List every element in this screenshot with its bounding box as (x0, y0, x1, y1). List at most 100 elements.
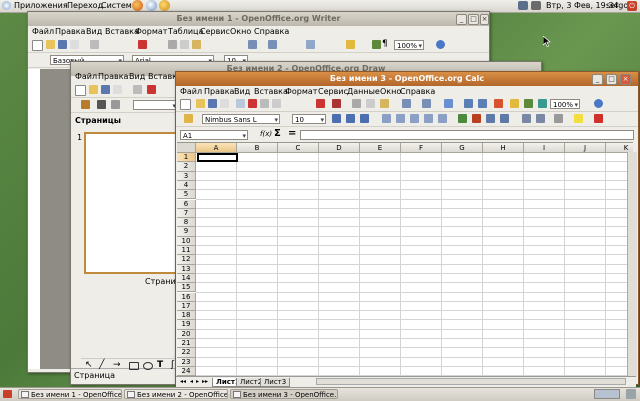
zoom-combo[interactable]: 100% (550, 99, 580, 109)
column-header[interactable]: J (565, 143, 606, 153)
row-header[interactable]: 5 (177, 190, 196, 200)
column-header[interactable]: G (442, 143, 483, 153)
new-icon[interactable] (180, 99, 191, 110)
currency-icon[interactable] (458, 114, 467, 123)
select-all-corner[interactable] (177, 143, 196, 153)
close-button[interactable]: × (620, 74, 631, 85)
function-icon[interactable]: = (288, 128, 296, 139)
undo-icon[interactable] (402, 99, 411, 108)
size-combo[interactable]: 10 (292, 114, 326, 124)
menu-help[interactable]: Справка (400, 87, 435, 96)
column-header[interactable]: D (319, 143, 360, 153)
menu-places[interactable]: Переход (67, 1, 103, 10)
formula-input[interactable] (300, 130, 634, 140)
taskbar-writer[interactable]: Без имени 1 - OpenOffice... (18, 389, 122, 399)
align-right-icon[interactable] (410, 114, 419, 123)
export-pdf-icon[interactable] (248, 99, 257, 108)
spellcheck-icon[interactable] (316, 99, 325, 108)
font-combo[interactable]: Nimbus Sans L (202, 114, 280, 124)
minimize-button[interactable]: _ (592, 74, 603, 85)
help-icon[interactable] (594, 99, 603, 108)
hyperlink-icon[interactable] (444, 99, 453, 108)
menu-edit[interactable]: Правка (204, 87, 234, 96)
paste-icon[interactable] (192, 40, 201, 49)
copy-icon[interactable] (366, 99, 375, 108)
borders-icon[interactable] (554, 114, 563, 123)
writer-titlebar[interactable]: Без имени 1 - OpenOffice.org Writer (28, 12, 489, 26)
workspace-switcher[interactable] (594, 389, 620, 399)
underline-icon[interactable] (360, 114, 369, 123)
row-header[interactable]: 7 (177, 208, 196, 219)
row-header[interactable]: 2 (177, 162, 196, 172)
menu-file[interactable]: Файл (180, 87, 202, 96)
arrow-style-icon[interactable] (97, 100, 106, 109)
new-icon[interactable] (32, 40, 43, 51)
row-header[interactable]: 9 (177, 227, 196, 237)
navigator-icon[interactable] (372, 40, 381, 49)
column-header[interactable]: B (237, 143, 278, 153)
menu-view[interactable]: Вид (129, 72, 145, 81)
show-desktop-icon[interactable] (3, 390, 12, 398)
percent-icon[interactable] (472, 114, 481, 123)
close-button[interactable]: × (480, 14, 489, 25)
menu-help[interactable]: Справка (254, 27, 289, 36)
save-icon[interactable] (58, 40, 67, 49)
mail-icon[interactable] (70, 40, 79, 49)
row-header[interactable]: 4 (177, 180, 196, 191)
zoom-combo[interactable]: 100% (394, 40, 424, 50)
line-icon[interactable]: ╱ (99, 361, 108, 370)
print-icon[interactable] (260, 99, 269, 108)
row-header[interactable]: 6 (177, 199, 196, 209)
last-sheet-icon[interactable]: ▸▸ (202, 378, 208, 385)
select-icon[interactable]: ↖ (85, 361, 94, 370)
row-header[interactable]: 19 (177, 320, 196, 330)
row-header[interactable]: 8 (177, 218, 196, 228)
row-header[interactable]: 13 (177, 264, 196, 274)
help-icon[interactable] (159, 0, 170, 11)
spellcheck-icon[interactable] (138, 40, 147, 49)
redo-icon[interactable] (268, 40, 277, 49)
undo-icon[interactable] (248, 40, 257, 49)
menu-edit[interactable]: Правка (55, 27, 85, 36)
taskbar-calc[interactable]: Без имени 3 - OpenOffice... (230, 389, 338, 399)
row-header[interactable]: 1 (177, 153, 196, 163)
line-combo[interactable] (133, 100, 178, 110)
row-header[interactable]: 18 (177, 311, 196, 321)
sort-ascending-icon[interactable] (464, 99, 473, 108)
mail-icon[interactable] (146, 0, 157, 11)
background-color-icon[interactable] (574, 114, 583, 123)
open-icon[interactable] (89, 85, 98, 94)
merge-cells-icon[interactable] (438, 114, 447, 123)
redo-icon[interactable] (422, 99, 431, 108)
preview-icon[interactable] (272, 99, 281, 108)
vertical-scrollbar[interactable] (627, 152, 637, 376)
italic-icon[interactable] (346, 114, 355, 123)
menu-view[interactable]: Вид (234, 87, 250, 96)
network-icon[interactable] (518, 1, 528, 10)
autospell-icon[interactable] (332, 99, 341, 108)
menu-file[interactable]: Файл (75, 72, 97, 81)
sum-icon[interactable]: Σ (274, 128, 281, 139)
text-icon[interactable]: T (157, 361, 166, 370)
column-header[interactable]: C (278, 143, 319, 153)
name-box[interactable]: A1 (180, 130, 248, 140)
column-header[interactable]: I (524, 143, 565, 153)
open-icon[interactable] (196, 99, 205, 108)
justify-icon[interactable] (424, 114, 433, 123)
page-thumbnail[interactable] (84, 132, 183, 274)
menu-insert[interactable]: Вставка (105, 27, 139, 36)
indent-icon[interactable] (522, 114, 531, 123)
navigator-icon[interactable] (524, 99, 533, 108)
rectangle-icon[interactable] (129, 362, 139, 370)
user-name[interactable]: sergo (606, 1, 628, 10)
horizontal-scrollbar[interactable] (316, 378, 626, 385)
apps-icon[interactable] (2, 1, 11, 10)
line-style-icon[interactable] (81, 100, 90, 109)
column-header[interactable]: F (401, 143, 442, 153)
print-icon[interactable] (133, 85, 142, 94)
bold-icon[interactable] (332, 114, 341, 123)
taskbar-draw[interactable]: Без имени 2 - OpenOffice... (124, 389, 228, 399)
mail-icon[interactable] (113, 85, 122, 94)
mail-icon[interactable] (220, 99, 229, 108)
menu-view[interactable]: Вид (86, 27, 102, 36)
